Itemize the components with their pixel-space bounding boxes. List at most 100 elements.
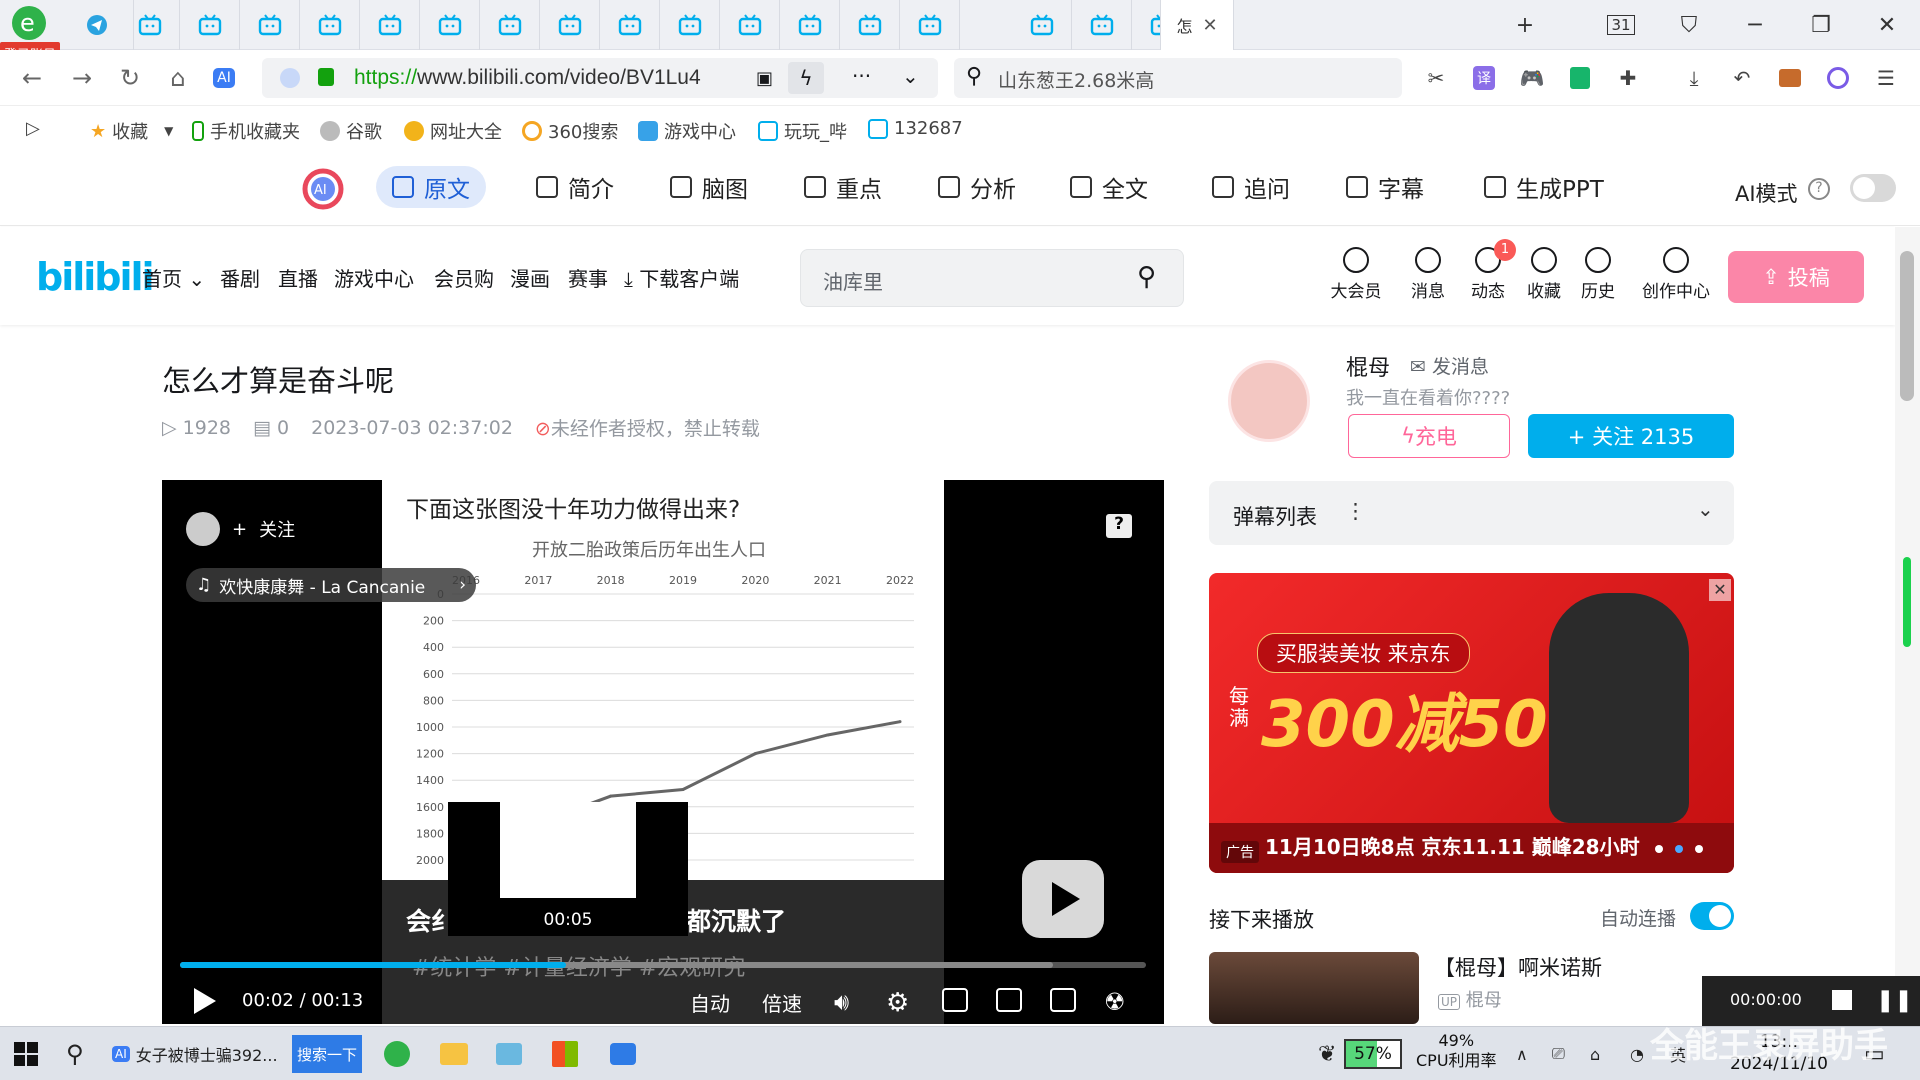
header-history[interactable]: 历史: [1568, 247, 1628, 302]
store-taskbar-icon[interactable]: [552, 1037, 578, 1071]
danmaku-list[interactable]: 弹幕列表 ⋮ ⌄: [1209, 481, 1734, 545]
ai-tab-4[interactable]: 分析: [922, 166, 1032, 208]
settings-icon[interactable]: ⚙: [886, 988, 909, 1018]
pip-icon[interactable]: [942, 988, 968, 1012]
tab-active[interactable]: 怎 ✕: [1160, 0, 1234, 50]
chevron-up-icon[interactable]: ∧: [1516, 1037, 1528, 1071]
ai-icon[interactable]: AI: [208, 62, 240, 94]
carousel-dot[interactable]: [1655, 845, 1663, 853]
search-icon[interactable]: ⚲: [66, 1037, 84, 1071]
player-follow[interactable]: + 关注: [186, 512, 295, 546]
bilibili-search[interactable]: 油库里 ⚲: [800, 249, 1184, 307]
browser-search[interactable]: ⚲ 山东葱王2.68米高: [954, 58, 1402, 98]
ai-tab-6[interactable]: 追问: [1196, 166, 1306, 208]
briefcase-icon[interactable]: [1776, 64, 1804, 92]
game-icon[interactable]: 🎮: [1518, 64, 1546, 92]
download-icon[interactable]: ⤓: [1680, 64, 1708, 92]
bookmark-sites[interactable]: 网址大全: [404, 118, 502, 144]
display-icon[interactable]: ⎚: [1552, 1037, 1565, 1071]
shirt-icon[interactable]: ⛉: [1672, 10, 1706, 40]
minimize-button[interactable]: ─: [1738, 10, 1772, 40]
scroll-thumb[interactable]: [1900, 251, 1914, 401]
upload-button[interactable]: ⇪ 投稿: [1728, 251, 1864, 303]
volume-icon[interactable]: 🔊︎: [834, 988, 849, 1016]
taskbar-app-ai[interactable]: AI 女子被博士骗392...: [112, 1037, 278, 1071]
progress-bar[interactable]: [180, 962, 1146, 968]
nav-item-7[interactable]: ⤓ 下载客户端: [624, 263, 739, 292]
tab-bilibili[interactable]: [360, 0, 420, 50]
taskbar-search-button[interactable]: 搜索一下: [292, 1035, 362, 1073]
bookmark-google[interactable]: 谷歌: [320, 118, 382, 144]
network-icon[interactable]: ⌂: [1590, 1037, 1600, 1071]
tab-bilibili[interactable]: [600, 0, 660, 50]
forward-button[interactable]: →: [66, 62, 98, 94]
help-icon[interactable]: ?: [1808, 178, 1830, 200]
fullscreen-icon[interactable]: ☢: [1104, 988, 1126, 1016]
book-icon[interactable]: [1566, 64, 1594, 92]
bookmark-gamecenter[interactable]: 游戏中心: [638, 118, 736, 144]
undo-icon[interactable]: ↶: [1728, 64, 1756, 92]
header-creator[interactable]: 创作中心: [1634, 247, 1718, 302]
more-vertical-icon[interactable]: ⋮: [1345, 499, 1366, 523]
ai-tab-1[interactable]: 简介: [520, 166, 630, 208]
big-play-icon[interactable]: [1022, 860, 1104, 938]
tab-bilibili[interactable]: [780, 0, 840, 50]
close-icon[interactable]: ✕: [1709, 579, 1731, 601]
tab-bilibili[interactable]: [1072, 0, 1132, 50]
new-tab-button[interactable]: +: [1508, 10, 1542, 40]
tab-bilibili[interactable]: [120, 0, 180, 50]
restore-button[interactable]: ❐: [1804, 10, 1838, 40]
sidebar-toggle-icon[interactable]: ▷: [26, 118, 40, 139]
bookmark-bilibili-play[interactable]: 玩玩_哔: [758, 118, 847, 144]
tab-bilibili[interactable]: [840, 0, 900, 50]
menu-icon[interactable]: ☰: [1872, 64, 1900, 92]
music-pill[interactable]: ♫ 欢快康康舞 - La Cancanie ›: [186, 568, 476, 602]
search-icon[interactable]: ⚲: [1137, 262, 1156, 292]
scissors-icon[interactable]: ✂: [1422, 64, 1450, 92]
close-window-button[interactable]: ✕: [1870, 10, 1904, 40]
nav-item-1[interactable]: 番剧: [220, 263, 260, 292]
nav-item-6[interactable]: 赛事: [568, 263, 608, 292]
chevron-down-icon[interactable]: ⌄: [1697, 497, 1714, 521]
reload-button[interactable]: ↻: [114, 62, 146, 94]
bookmark-favorites[interactable]: ★ 收藏 ▼: [90, 118, 173, 144]
tab-bilibili[interactable]: [720, 0, 780, 50]
charge-button[interactable]: ϟ 充电: [1348, 414, 1510, 458]
send-message[interactable]: ✉ 发消息: [1410, 352, 1489, 379]
tab-bilibili[interactable]: [180, 0, 240, 50]
tab-bilibili[interactable]: [1012, 0, 1072, 50]
tab-bilibili[interactable]: [480, 0, 540, 50]
battery-indicator[interactable]: 57%: [1344, 1039, 1402, 1069]
more-icon[interactable]: ···: [852, 64, 871, 88]
recorder-taskbar-icon[interactable]: [610, 1037, 636, 1071]
tab-bilibili[interactable]: [420, 0, 480, 50]
ai-tab-5[interactable]: 全文: [1054, 166, 1164, 208]
bilibili-logo[interactable]: bilibili: [36, 255, 155, 299]
lightning-icon[interactable]: ϟ: [788, 62, 824, 94]
ai-logo-icon[interactable]: AI: [302, 168, 344, 210]
ai-tab-0[interactable]: 原文: [376, 166, 486, 208]
tab-bilibili[interactable]: [900, 0, 960, 50]
ai-tab-7[interactable]: 字幕: [1330, 166, 1440, 208]
stop-icon[interactable]: [1832, 990, 1852, 1010]
ai-tab-3[interactable]: 重点: [788, 166, 898, 208]
home-button[interactable]: ⌂: [162, 62, 194, 94]
ai-tab-8[interactable]: 生成PPT: [1468, 166, 1620, 208]
recommend-uploader[interactable]: UP 棍母: [1438, 986, 1502, 1012]
play-button[interactable]: [194, 988, 216, 1014]
nav-item-0[interactable]: 首页 ⌄: [142, 263, 205, 292]
carousel-dot[interactable]: [1675, 845, 1683, 853]
header-favorite[interactable]: 收藏: [1514, 247, 1574, 302]
chevron-down-icon[interactable]: ⌄: [902, 64, 919, 88]
bookmark-132687[interactable]: 132687: [868, 118, 963, 139]
nav-item-3[interactable]: 游戏中心: [334, 263, 414, 292]
tab-bilibili[interactable]: [540, 0, 600, 50]
translate-icon[interactable]: 译: [1470, 64, 1498, 92]
ai-mode-toggle[interactable]: [1850, 174, 1896, 202]
header-vip[interactable]: 大会员: [1326, 247, 1386, 302]
follow-button[interactable]: + 关注 2135: [1528, 414, 1734, 458]
search-input[interactable]: 油库里: [823, 266, 883, 295]
tab-counter[interactable]: 31: [1604, 10, 1638, 40]
tab-bilibili[interactable]: [300, 0, 360, 50]
speed-button[interactable]: 倍速: [762, 988, 802, 1017]
